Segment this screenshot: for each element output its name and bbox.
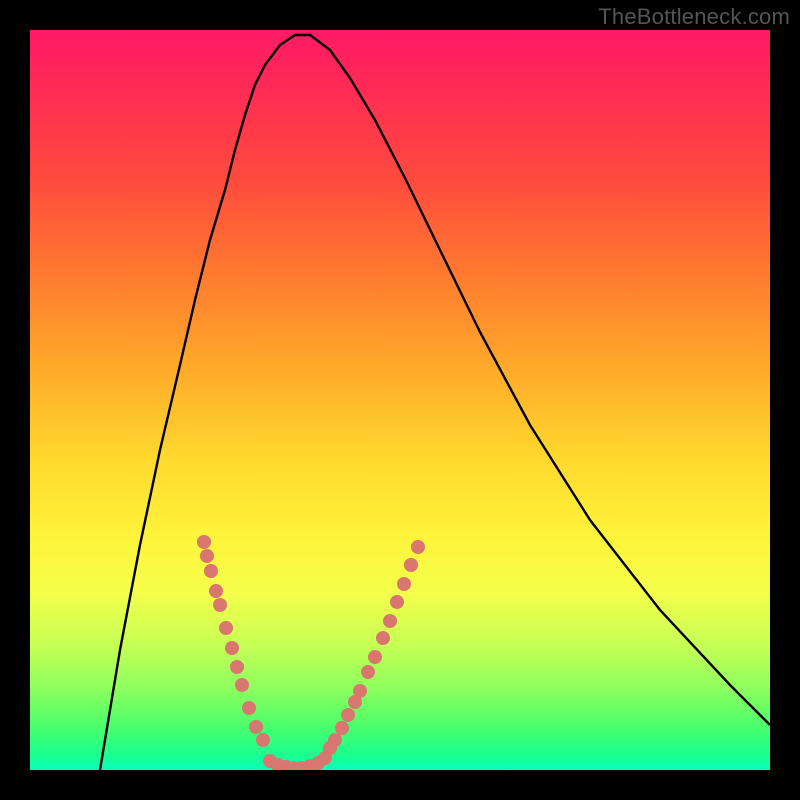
data-marker — [242, 701, 256, 715]
data-marker — [197, 535, 211, 549]
data-marker — [404, 558, 418, 572]
data-marker — [376, 631, 390, 645]
data-marker — [361, 665, 375, 679]
data-marker — [230, 660, 244, 674]
data-marker — [341, 708, 355, 722]
data-marker — [209, 584, 223, 598]
data-marker — [219, 621, 233, 635]
data-marker — [256, 733, 270, 747]
data-marker — [353, 684, 367, 698]
markers-bottom — [263, 751, 332, 770]
bottleneck-curve — [100, 35, 770, 770]
data-marker — [213, 598, 227, 612]
data-marker — [249, 720, 263, 734]
data-marker — [204, 564, 218, 578]
markers-right — [323, 540, 425, 755]
markers-left — [197, 535, 270, 747]
watermark-label: TheBottleneck.com — [598, 4, 790, 30]
data-marker — [411, 540, 425, 554]
data-marker — [368, 650, 382, 664]
data-marker — [335, 721, 349, 735]
data-marker — [390, 595, 404, 609]
data-marker — [383, 614, 397, 628]
data-marker — [397, 577, 411, 591]
data-marker — [328, 733, 342, 747]
data-marker — [235, 678, 249, 692]
chart-svg — [30, 30, 770, 770]
data-marker — [318, 751, 332, 765]
outer-frame: TheBottleneck.com — [0, 0, 800, 800]
data-marker — [225, 641, 239, 655]
plot-area — [30, 30, 770, 770]
data-marker — [200, 549, 214, 563]
